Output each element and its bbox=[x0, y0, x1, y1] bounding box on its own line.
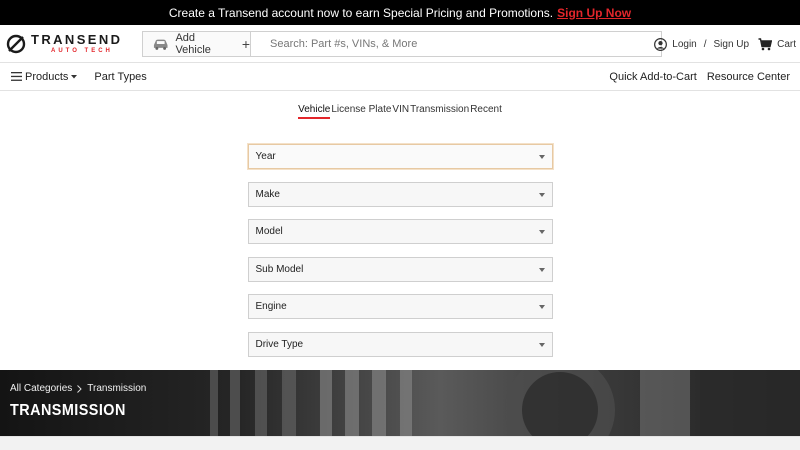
main-nav: Products Part Types Quick Add-to-Cart Re… bbox=[0, 63, 800, 91]
chevron-right-icon bbox=[77, 384, 82, 393]
logo-brand-text: TRANSEND bbox=[31, 32, 123, 47]
chevron-down-icon bbox=[538, 192, 545, 197]
cart-icon[interactable] bbox=[758, 37, 773, 51]
year-select[interactable]: Year bbox=[247, 144, 553, 169]
make-select-label: Make bbox=[255, 188, 280, 200]
drive-type-select-label: Drive Type bbox=[255, 338, 304, 350]
add-vehicle-button[interactable]: Add Vehicle + bbox=[142, 31, 250, 57]
caret-down-icon bbox=[71, 74, 78, 78]
promo-text: Create a Transend account now to earn Sp… bbox=[168, 5, 554, 20]
breadcrumb-current: Transmission bbox=[87, 383, 147, 394]
promo-bar: Create a Transend account now to earn Sp… bbox=[0, 0, 800, 25]
header: TRANSEND AUTO TECH Add Vehicle + Login /… bbox=[0, 25, 800, 63]
engine-select[interactable]: Engine bbox=[247, 294, 553, 320]
category-hero-banner: All Categories Transmission TRANSMISSION bbox=[0, 370, 800, 436]
login-link[interactable]: Login bbox=[672, 39, 696, 50]
part-types-link[interactable]: Part Types bbox=[94, 71, 146, 83]
page-title: TRANSMISSION bbox=[10, 402, 126, 419]
signup-link[interactable]: Sign Up bbox=[714, 39, 750, 50]
resource-center-link[interactable]: Resource Center bbox=[707, 71, 790, 83]
engine-select-label: Engine bbox=[255, 301, 287, 313]
products-menu[interactable]: Products bbox=[11, 70, 78, 83]
hamburger-icon bbox=[11, 72, 22, 81]
add-vehicle-label: Add Vehicle bbox=[175, 32, 211, 56]
vehicle-search-tabs: Vehicle License Plate VIN Transmission R… bbox=[0, 104, 800, 119]
chevron-down-icon bbox=[538, 155, 545, 159]
logo[interactable]: TRANSEND AUTO TECH bbox=[0, 25, 140, 62]
year-select-label: Year bbox=[255, 151, 276, 162]
logo-sub-text: AUTO TECH bbox=[51, 48, 113, 54]
sub-model-select-label: Sub Model bbox=[255, 263, 304, 275]
vehicle-selector-form: Year Make Model Sub Model Engine Drive T… bbox=[247, 144, 553, 357]
chevron-down-icon bbox=[538, 267, 545, 272]
breadcrumb: All Categories Transmission bbox=[10, 383, 146, 394]
tab-transmission[interactable]: Transmission bbox=[410, 104, 469, 119]
chevron-down-icon bbox=[538, 342, 545, 347]
promo-signup-link[interactable]: Sign Up Now bbox=[557, 6, 631, 20]
chevron-down-icon bbox=[538, 230, 545, 235]
tab-recent[interactable]: Recent bbox=[470, 104, 502, 119]
content-divider bbox=[0, 436, 800, 450]
chevron-down-icon bbox=[538, 305, 545, 310]
drive-type-select[interactable]: Drive Type bbox=[247, 331, 553, 357]
login-separator: / bbox=[703, 38, 707, 50]
cart-link[interactable]: Cart bbox=[777, 39, 796, 50]
products-label: Products bbox=[25, 70, 69, 83]
quick-add-to-cart-link[interactable]: Quick Add-to-Cart bbox=[609, 71, 696, 83]
logo-icon bbox=[6, 34, 26, 53]
model-select-label: Model bbox=[255, 226, 283, 238]
breadcrumb-all-categories[interactable]: All Categories bbox=[10, 383, 72, 394]
make-select[interactable]: Make bbox=[247, 181, 553, 207]
user-icon[interactable] bbox=[654, 37, 668, 51]
search-input[interactable] bbox=[250, 31, 662, 57]
sub-model-select[interactable]: Sub Model bbox=[247, 256, 553, 282]
plus-icon: + bbox=[241, 36, 250, 52]
car-icon bbox=[153, 39, 168, 50]
account-area: Login / Sign Up Cart bbox=[654, 25, 796, 63]
tab-license-plate[interactable]: License Plate bbox=[331, 104, 391, 119]
tab-vehicle[interactable]: Vehicle bbox=[298, 104, 331, 119]
tab-vin[interactable]: VIN bbox=[392, 104, 409, 119]
model-select[interactable]: Model bbox=[247, 219, 553, 245]
